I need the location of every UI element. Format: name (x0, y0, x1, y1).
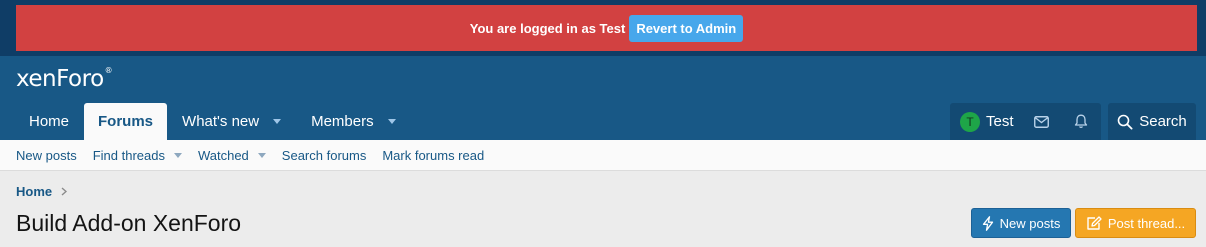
breadcrumb: Home (16, 184, 68, 199)
notice-text: You are logged in as Test (469, 20, 626, 36)
site-logo[interactable]: xenForo® (16, 66, 113, 92)
edit-icon (1087, 215, 1102, 230)
tab-members[interactable]: Members (296, 103, 411, 140)
chevron-down-icon[interactable] (387, 119, 396, 124)
search-icon (1117, 114, 1133, 130)
subnav-label: Mark forums read (382, 147, 485, 163)
bolt-icon (982, 215, 993, 231)
tab-label: Home (29, 113, 70, 130)
subnav-label: Search forums (281, 147, 367, 163)
tab-forums[interactable]: Forums (84, 103, 168, 140)
avatar: T (960, 111, 980, 132)
tab-whats-new[interactable]: What's new (167, 103, 296, 140)
chevron-down-icon[interactable] (257, 152, 266, 158)
button-label: New posts (999, 215, 1061, 231)
new-posts-button[interactable]: New posts (971, 208, 1071, 238)
subnav-label: Watched (197, 147, 249, 163)
envelope-icon (1033, 115, 1049, 128)
bell-icon (1074, 114, 1088, 129)
search-button[interactable]: Search (1108, 103, 1196, 140)
admin-notice: You are logged in as Test Revert to Admi… (16, 5, 1197, 51)
chevron-down-icon[interactable] (173, 152, 182, 158)
subnav-new-posts[interactable]: New posts (8, 148, 85, 163)
chevron-down-icon[interactable] (273, 119, 282, 124)
post-thread-button[interactable]: Post thread... (1075, 208, 1196, 238)
sub-nav: New posts Find threads Watched Search fo… (0, 140, 1206, 171)
alerts-button[interactable] (1061, 103, 1101, 140)
account-menu[interactable]: T Test (950, 111, 1021, 132)
user-name: Test (986, 113, 1014, 130)
inbox-button[interactable] (1021, 103, 1061, 140)
site-header: xenForo® Home Forums What's new Members … (0, 56, 1206, 140)
user-tabs: T Test (950, 103, 1101, 140)
tab-label: Forums (98, 113, 154, 130)
revert-to-admin-button[interactable]: Revert to Admin (629, 14, 744, 42)
subnav-mark-forums-read[interactable]: Mark forums read (374, 148, 492, 163)
button-label: Post thread... (1107, 215, 1186, 231)
notice-strip: You are logged in as Test Revert to Admi… (0, 0, 1206, 56)
subnav-label: Find threads (92, 147, 165, 163)
logo-mark: ® (104, 66, 113, 75)
subnav-search-forums[interactable]: Search forums (274, 148, 375, 163)
main-nav: Home Forums What's new Members (14, 103, 411, 140)
tab-home[interactable]: Home (14, 103, 84, 140)
tab-label: Members (311, 113, 374, 130)
subnav-label: New posts (16, 147, 77, 163)
chevron-right-icon (61, 187, 68, 196)
tab-label: What's new (182, 113, 260, 130)
page-title: Build Add-on XenForo (16, 210, 242, 236)
subnav-find-threads[interactable]: Find threads (85, 148, 190, 163)
subnav-watched[interactable]: Watched (190, 148, 274, 163)
breadcrumb-home[interactable]: Home (16, 184, 52, 199)
logo-text: xenForo (16, 66, 104, 92)
search-label: Search (1139, 113, 1187, 130)
